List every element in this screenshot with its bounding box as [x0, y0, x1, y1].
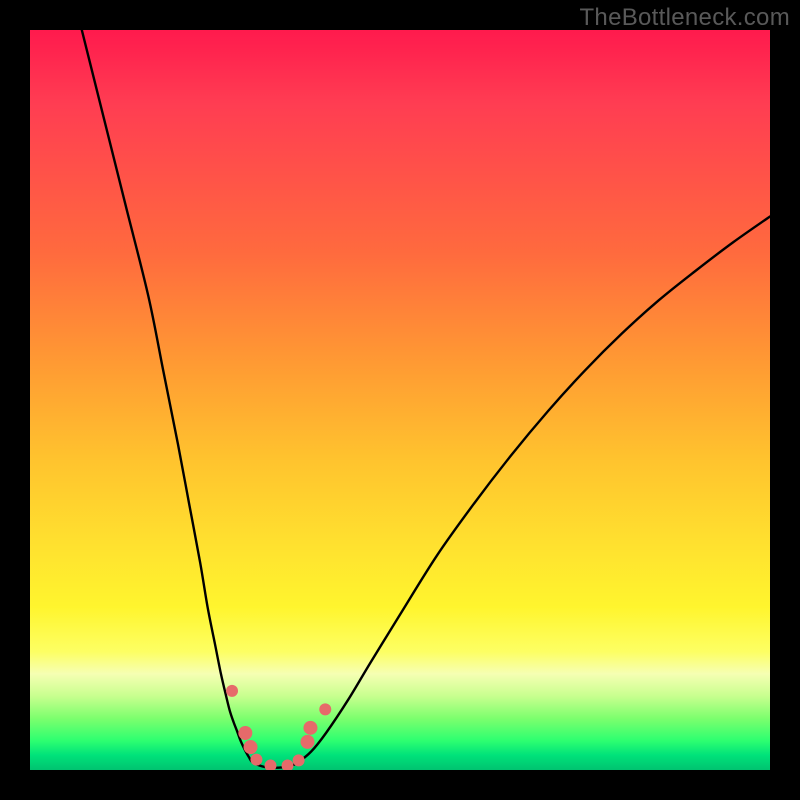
chart-frame: TheBottleneck.com [0, 0, 800, 800]
data-marker [244, 740, 258, 754]
curve-svg [30, 30, 770, 770]
data-marker [282, 760, 294, 770]
data-marker [319, 703, 331, 715]
plot-area [30, 30, 770, 770]
data-marker [301, 735, 315, 749]
watermark-text: TheBottleneck.com [579, 4, 790, 32]
data-marker [250, 754, 262, 766]
data-marker [238, 726, 252, 740]
data-marker [293, 754, 305, 766]
bottleneck-curve [82, 30, 770, 768]
data-marker [226, 685, 238, 697]
data-marker [265, 760, 277, 770]
data-marker [303, 721, 317, 735]
